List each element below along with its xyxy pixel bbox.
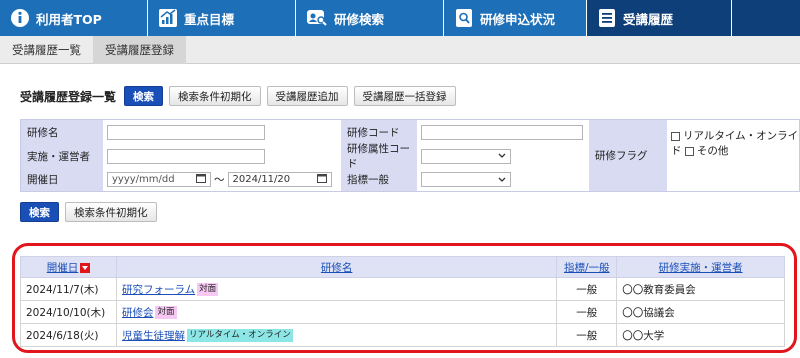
col-organizer[interactable]: 研修実施・運営者: [616, 256, 785, 278]
nav-item-key-goals[interactable]: 重点目標: [148, 0, 296, 36]
training-attr-code-label: 研修属性コード: [341, 143, 417, 170]
add-history-button[interactable]: 受講履歴追加: [266, 86, 348, 106]
date-range-cell: yyyy/mm/dd ～ 2024/11/20: [103, 168, 341, 191]
page-title: 受講履歴登録一覧: [20, 89, 117, 104]
table-header-row: 開催日 研修名 指標/一般 研修実施・運営者: [20, 256, 785, 278]
format-tag: 対面: [155, 306, 177, 319]
nav-item-user-top[interactable]: 利用者TOP: [0, 0, 148, 36]
row-organizer: 〇〇協議会: [616, 300, 785, 324]
table-row: 2024/10/10(木) 研修会 対面 一般 〇〇協議会: [20, 300, 785, 324]
format-tag: 対面: [197, 283, 219, 296]
training-code-cell: [417, 120, 589, 144]
search-button[interactable]: 検索: [20, 202, 59, 222]
date-to-value: 2024/11/20: [232, 174, 291, 185]
tab-attendance-list[interactable]: 受講履歴一覧: [0, 36, 93, 64]
row-training-name: 児童生徒理解 リアルタイム・オンライン: [115, 323, 558, 347]
organizer-cell: [103, 144, 341, 168]
date-range-separator: ～: [214, 174, 225, 186]
training-code-input[interactable]: [421, 124, 583, 140]
table-row: 2024/6/18(火) 児童生徒理解 リアルタイム・オンライン 一般 〇〇大学: [20, 323, 785, 347]
flag-opt1-label: リアルタイム・オンライン: [683, 130, 799, 142]
index-general-select[interactable]: [421, 172, 511, 187]
flag-options: リアルタイム・オンライン ド その他: [671, 129, 799, 159]
row-organizer: 〇〇大学: [616, 323, 785, 347]
sub-tabs: 受講履歴一覧 受講履歴登録: [0, 36, 800, 64]
search-button[interactable]: 検索: [124, 86, 164, 106]
other-checkbox[interactable]: [684, 146, 694, 156]
index-general-cell: [417, 168, 589, 191]
form-actions: 検索 検索条件初期化: [20, 202, 163, 222]
col-index-general[interactable]: 指標/一般: [556, 256, 618, 278]
training-attr-code-cell: [417, 144, 589, 168]
date-from-placeholder: yyyy/mm/dd: [112, 174, 175, 185]
training-flag-cell: リアルタイム・オンライン ド その他: [667, 120, 799, 191]
row-training-name: 研究フォーラム 対面: [115, 277, 558, 301]
training-name-link[interactable]: 研究フォーラム: [122, 284, 195, 296]
info-icon: [10, 8, 30, 28]
row-date: 2024/11/7(木): [20, 277, 117, 301]
tab-attendance-register[interactable]: 受講履歴登録: [93, 36, 186, 64]
nav-label: 研修申込状況: [480, 11, 556, 27]
training-name-label: 研修名: [21, 120, 103, 144]
row-index-general: 一般: [556, 323, 618, 347]
row-index-general: 一般: [556, 277, 618, 301]
results-table: 開催日 研修名 指標/一般 研修実施・運営者 2024/11/7(木) 研究フォー…: [20, 256, 785, 347]
reset-conditions-button[interactable]: 検索条件初期化: [169, 86, 261, 106]
nav-spacer: [732, 0, 800, 36]
reset-conditions-button[interactable]: 検索条件初期化: [65, 202, 157, 222]
nav-item-application-status[interactable]: 研修申込状況: [444, 0, 587, 36]
row-training-name: 研修会 対面: [115, 300, 558, 324]
chevron-down-icon: [498, 150, 506, 162]
person-search-icon: [306, 8, 328, 28]
chevron-down-icon: [498, 174, 506, 186]
nav-label: 研修検索: [334, 11, 385, 27]
format-tag: リアルタイム・オンライン: [186, 329, 293, 342]
bulk-register-button[interactable]: 受講履歴一括登録: [353, 86, 456, 106]
calendar-icon[interactable]: [196, 173, 206, 186]
nav-label: 利用者TOP: [36, 11, 102, 27]
training-flag-label: 研修フラグ: [589, 120, 667, 191]
realtime-online-checkbox[interactable]: [671, 131, 680, 141]
col-training-name[interactable]: 研修名: [115, 256, 558, 278]
organizer-input[interactable]: [107, 148, 265, 164]
top-nav: 利用者TOP 重点目標 研修検索 研修申込状況 受講履歴: [0, 0, 800, 36]
table-row: 2024/11/7(木) 研究フォーラム 対面 一般 〇〇教育委員会: [20, 277, 785, 301]
nav-item-attendance-history[interactable]: 受講履歴: [587, 0, 732, 36]
date-to-input[interactable]: 2024/11/20: [227, 172, 332, 187]
training-name-link[interactable]: 児童生徒理解: [122, 330, 185, 342]
nav-item-training-search[interactable]: 研修検索: [296, 0, 444, 36]
date-from-input[interactable]: yyyy/mm/dd: [107, 172, 211, 187]
flag-opt2-label: その他: [696, 145, 729, 157]
organizer-label: 実施・運営者: [21, 144, 103, 168]
application-status-icon: [454, 8, 474, 28]
row-date: 2024/10/10(木): [20, 300, 117, 324]
training-attr-code-select[interactable]: [421, 148, 511, 164]
list-icon: [597, 8, 617, 28]
search-form: 研修名 実施・運営者 開催日 yyyy/mm/dd ～ 2024/11/20 研…: [20, 119, 800, 192]
training-name-cell: [103, 120, 341, 144]
row-organizer: 〇〇教育委員会: [616, 277, 785, 301]
col-date[interactable]: 開催日: [20, 256, 117, 278]
calendar-icon[interactable]: [316, 173, 327, 186]
growth-chart-icon: [158, 8, 178, 28]
row-index-general: 一般: [556, 300, 618, 324]
sort-desc-icon[interactable]: [80, 262, 91, 273]
training-name-link[interactable]: 研修会: [122, 307, 154, 319]
row-date: 2024/6/18(火): [20, 323, 117, 347]
flag-opt1-label-cont: ド: [671, 145, 682, 157]
date-label: 開催日: [21, 168, 103, 191]
section-header: 受講履歴登録一覧 検索 検索条件初期化 受講履歴追加 受講履歴一括登録: [20, 85, 462, 107]
training-name-input[interactable]: [107, 124, 265, 140]
index-general-label: 指標一般: [341, 168, 417, 191]
nav-label: 重点目標: [184, 11, 235, 27]
nav-label: 受講履歴: [623, 11, 674, 27]
